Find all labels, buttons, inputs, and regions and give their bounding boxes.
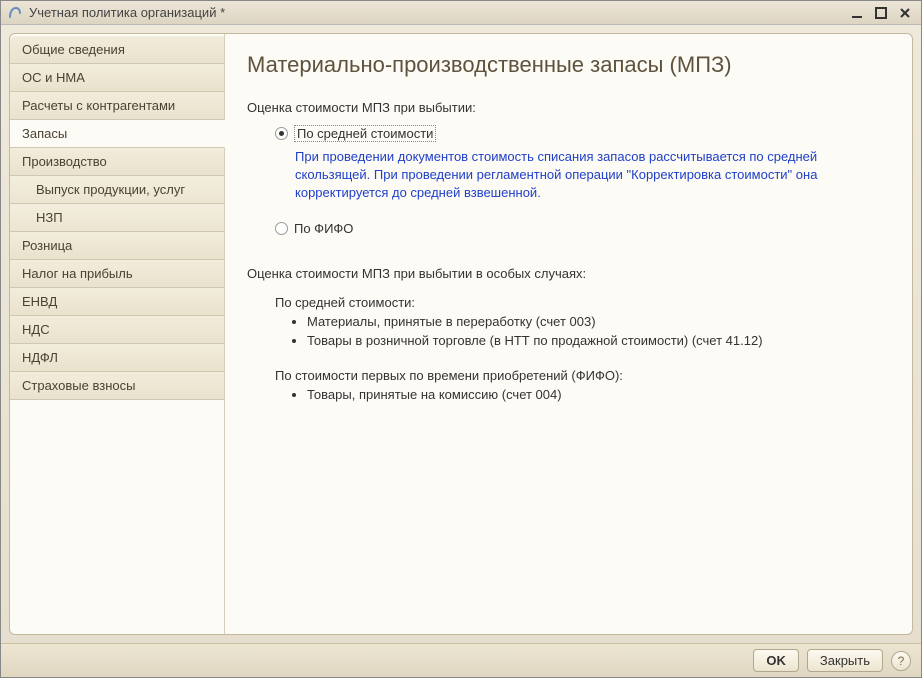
- avg-bullet-list: Материалы, принятые в переработку (счет …: [307, 314, 887, 348]
- fifo-sub-heading: По стоимости первых по времени приобрете…: [275, 368, 887, 383]
- radio-average-hint: При проведении документов стоимость спис…: [275, 148, 887, 203]
- sidebar-item-envd[interactable]: ЕНВД: [10, 288, 224, 316]
- content-area: Общие сведения ОС и НМА Расчеты с контра…: [1, 25, 921, 643]
- sidebar-item-contragents[interactable]: Расчеты с контрагентами: [10, 92, 224, 120]
- ok-button[interactable]: OK: [753, 649, 799, 672]
- inner-frame: Общие сведения ОС и НМА Расчеты с контра…: [9, 33, 913, 635]
- sidebar-item-label: Налог на прибыль: [22, 266, 133, 281]
- sidebar-item-production[interactable]: Производство: [10, 148, 224, 176]
- sidebar-item-retail[interactable]: Розница: [10, 232, 224, 260]
- sidebar: Общие сведения ОС и НМА Расчеты с контра…: [10, 34, 225, 634]
- main-panel: Материально-производственные запасы (МПЗ…: [225, 34, 912, 634]
- radio-fifo[interactable]: [275, 222, 288, 235]
- sidebar-item-inventory[interactable]: Запасы: [10, 120, 225, 148]
- close-form-button[interactable]: Закрыть: [807, 649, 883, 672]
- sidebar-item-label: НДФЛ: [22, 350, 58, 365]
- sidebar-item-label: ОС и НМА: [22, 70, 85, 85]
- help-icon: ?: [898, 654, 905, 668]
- sidebar-item-label: Страховые взносы: [22, 378, 135, 393]
- window: Учетная политика организаций * Общие све…: [0, 0, 922, 678]
- sidebar-item-label: НДС: [22, 322, 50, 337]
- sidebar-item-os-nma[interactable]: ОС и НМА: [10, 64, 224, 92]
- help-button[interactable]: ?: [891, 651, 911, 671]
- sidebar-item-label: Выпуск продукции, услуг: [36, 182, 185, 197]
- titlebar: Учетная политика организаций *: [1, 1, 921, 25]
- list-item: Товары, принятые на комиссию (счет 004): [307, 387, 887, 402]
- sidebar-item-label: ЕНВД: [22, 294, 57, 309]
- sidebar-item-output[interactable]: Выпуск продукции, услуг: [10, 176, 224, 204]
- app-icon: [7, 5, 23, 21]
- sidebar-item-profit-tax[interactable]: Налог на прибыль: [10, 260, 224, 288]
- footer: OK Закрыть ?: [1, 643, 921, 677]
- radio-fifo-label: По ФИФО: [294, 221, 353, 236]
- minimize-button[interactable]: [849, 5, 865, 21]
- radio-average-label: По средней стоимости: [294, 125, 436, 142]
- button-label: Закрыть: [820, 653, 870, 668]
- radio-average-row[interactable]: По средней стоимости: [275, 125, 887, 142]
- window-controls: [849, 5, 915, 21]
- sidebar-item-label: НЗП: [36, 210, 63, 225]
- radio-fifo-row[interactable]: По ФИФО: [275, 221, 887, 236]
- sidebar-item-general[interactable]: Общие сведения: [10, 36, 224, 64]
- button-label: OK: [766, 653, 786, 668]
- sidebar-item-label: Запасы: [22, 126, 67, 141]
- special-cases-label: Оценка стоимости МПЗ при выбытии в особы…: [247, 266, 887, 281]
- sidebar-item-ndfl[interactable]: НДФЛ: [10, 344, 224, 372]
- valuation-radio-group: По средней стоимости При проведении доку…: [247, 125, 887, 236]
- sidebar-item-label: Розница: [22, 238, 72, 253]
- sidebar-item-label: Общие сведения: [22, 42, 125, 57]
- list-item: Материалы, принятые в переработку (счет …: [307, 314, 887, 329]
- special-cases-section: Оценка стоимости МПЗ при выбытии в особы…: [247, 266, 887, 402]
- sidebar-item-nzp[interactable]: НЗП: [10, 204, 224, 232]
- sidebar-item-insurance[interactable]: Страховые взносы: [10, 372, 224, 400]
- close-button[interactable]: [897, 5, 913, 21]
- window-title: Учетная политика организаций *: [29, 5, 849, 20]
- maximize-button[interactable]: [873, 5, 889, 21]
- fifo-bullet-list: Товары, принятые на комиссию (счет 004): [307, 387, 887, 402]
- sidebar-item-nds[interactable]: НДС: [10, 316, 224, 344]
- disposal-valuation-label: Оценка стоимости МПЗ при выбытии:: [247, 100, 887, 115]
- list-item: Товары в розничной торговле (в НТТ по пр…: [307, 333, 887, 348]
- avg-sub-heading: По средней стоимости:: [275, 295, 887, 310]
- page-title: Материально-производственные запасы (МПЗ…: [247, 52, 887, 78]
- radio-average[interactable]: [275, 127, 288, 140]
- sidebar-item-label: Расчеты с контрагентами: [22, 98, 175, 113]
- sidebar-item-label: Производство: [22, 154, 107, 169]
